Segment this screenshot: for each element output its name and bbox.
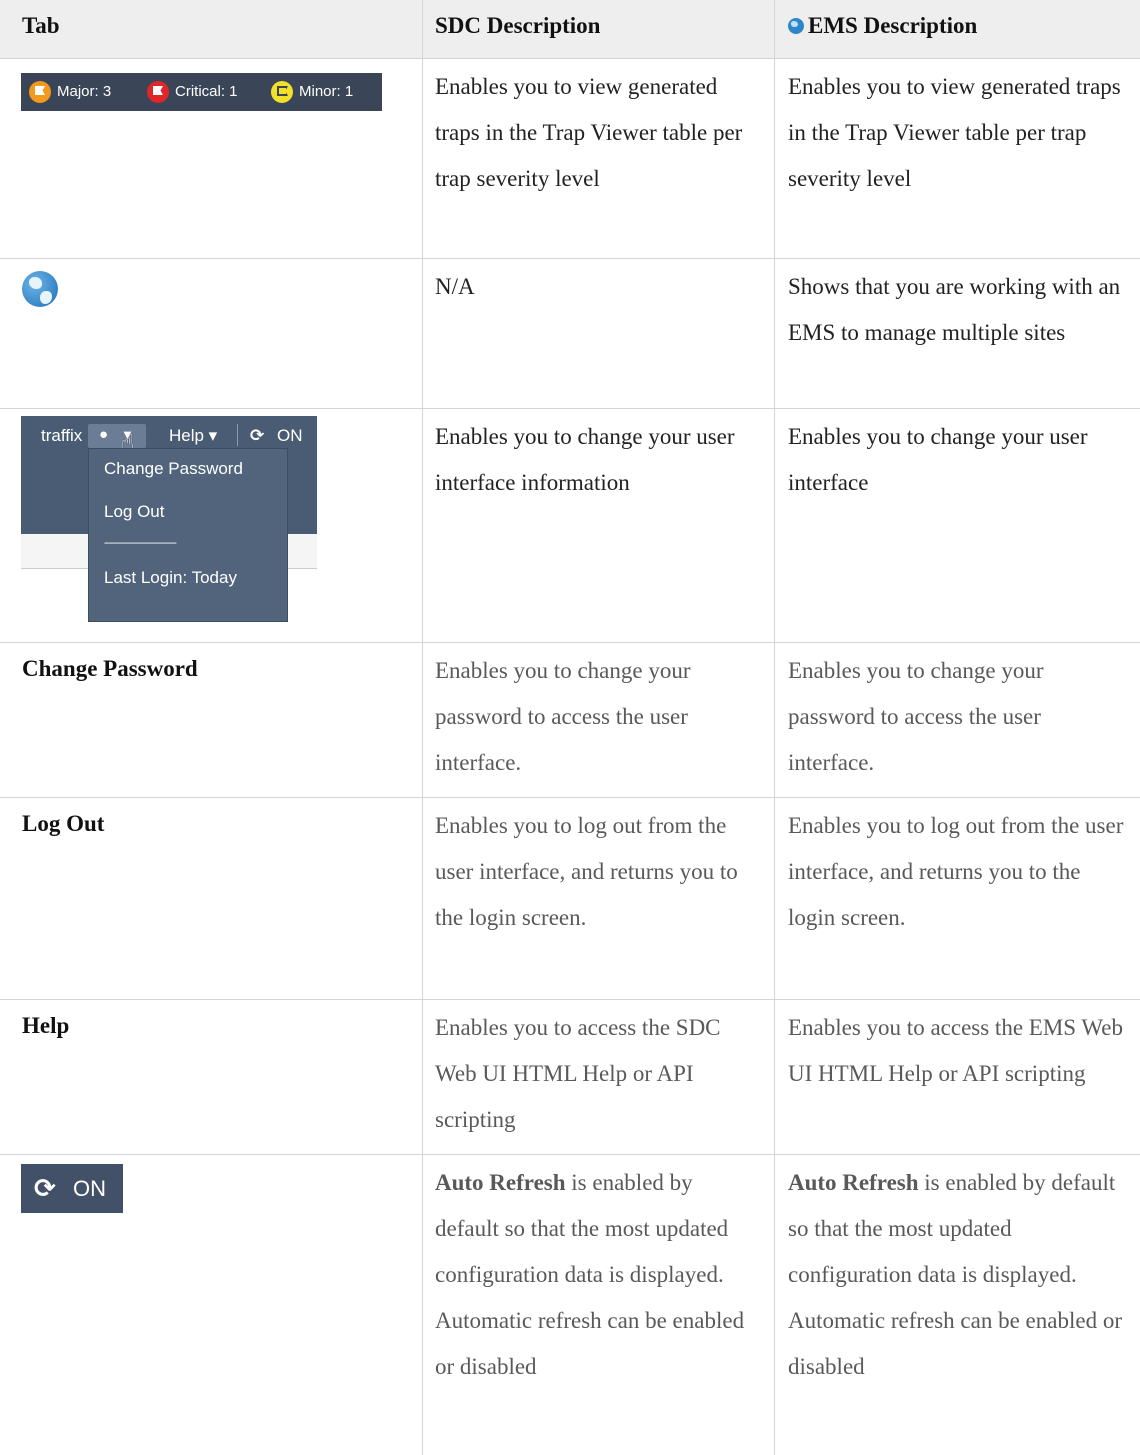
sdc-description: Enables you to log out from the user int… bbox=[423, 798, 775, 999]
ems-description: Shows that you are working with an EMS t… bbox=[788, 274, 1121, 345]
username-label: traffix bbox=[41, 426, 83, 445]
auto-refresh-label: ON bbox=[73, 1176, 106, 1201]
header-sdc-description: SDC Description bbox=[423, 0, 775, 58]
header-ems-description: EMS Description bbox=[775, 0, 1140, 58]
table-row: Auto Refresh is enabled by default so th… bbox=[0, 1155, 1140, 1455]
major-severity[interactable]: Major: 3 bbox=[29, 80, 111, 104]
ems-description: Auto Refresh is enabled by default so th… bbox=[788, 1170, 1122, 1379]
table-row: N/A Shows that you are working with an E… bbox=[0, 259, 1140, 409]
ems-description: Enables you to log out from the user int… bbox=[788, 813, 1124, 930]
help-menu[interactable]: Help ▾ bbox=[169, 426, 217, 446]
menu-item-last-login: Last Login: Today bbox=[104, 568, 237, 587]
refresh-icon: ⟳ bbox=[250, 426, 265, 445]
menu-item-change-password[interactable]: Change Password bbox=[104, 459, 243, 479]
header-tab: Tab bbox=[0, 0, 423, 58]
tab-label: Help bbox=[0, 1000, 423, 1154]
table-header: Tab SDC Description EMS Description bbox=[0, 0, 1140, 59]
menu-item-log-out[interactable]: Log Out bbox=[104, 502, 165, 522]
sdc-description: Enables you to change your user interfac… bbox=[423, 409, 775, 642]
menu-divider: --------------------------- bbox=[104, 537, 177, 549]
globe-icon bbox=[788, 18, 804, 34]
severity-bar: Major: 3 Critical: 1 Minor: 1 bbox=[21, 73, 382, 111]
sdc-description: Enables you to access the SDC Web UI HTM… bbox=[423, 1000, 775, 1154]
user-menu-button[interactable]: ● ▼ bbox=[88, 424, 146, 448]
auto-refresh-button[interactable]: ⟳ ON bbox=[21, 1164, 123, 1213]
user-icon: ● bbox=[99, 426, 109, 443]
globe-icon bbox=[22, 271, 58, 307]
ems-description: Enables you to change your user interfac… bbox=[788, 424, 1088, 495]
ems-description: Enables you to change your password to a… bbox=[788, 658, 1044, 775]
sdc-description: Auto Refresh is enabled by default so th… bbox=[423, 1155, 775, 1455]
critical-severity[interactable]: Critical: 1 bbox=[147, 80, 238, 104]
sdc-description: Enables you to change your password to a… bbox=[423, 643, 775, 797]
flag-icon bbox=[147, 81, 169, 104]
table-row: Help Enables you to access the SDC Web U… bbox=[0, 1000, 1140, 1155]
user-dropdown: Change Password Log Out ----------------… bbox=[88, 448, 288, 622]
table-row: Change Password Enables you to change yo… bbox=[0, 643, 1140, 798]
user-menu-screenshot: traffix ● ▼ ☝ Help ▾ ⟳ ON Change Password… bbox=[21, 416, 317, 622]
ems-description: Enables you to access the EMS Web UI HTM… bbox=[788, 1015, 1123, 1086]
minor-severity[interactable]: Minor: 1 bbox=[271, 80, 353, 104]
sdc-description: Enables you to view generated traps in t… bbox=[423, 59, 775, 258]
auto-refresh-toggle[interactable]: ON bbox=[277, 426, 303, 446]
refresh-icon: ⟳ bbox=[34, 1173, 56, 1203]
tab-label: Change Password bbox=[0, 643, 423, 797]
ems-description: Enables you to view generated traps in t… bbox=[788, 74, 1121, 191]
header-ems-label: EMS Description bbox=[808, 13, 978, 38]
flag-icon bbox=[29, 81, 51, 104]
flag-outline-icon bbox=[271, 81, 293, 104]
tab-label: Log Out bbox=[0, 798, 423, 999]
sdc-description: N/A bbox=[423, 259, 775, 408]
table-row: Log Out Enables you to log out from the … bbox=[0, 798, 1140, 1000]
